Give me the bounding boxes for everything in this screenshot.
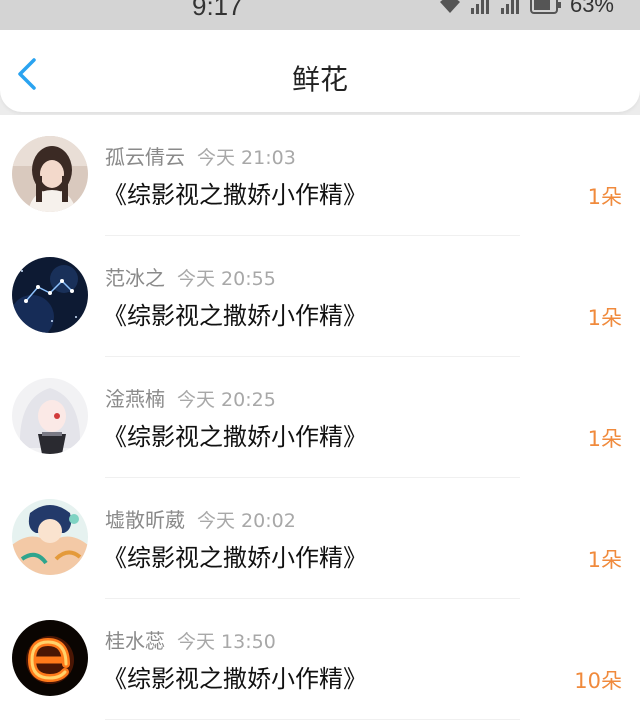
- item-username: 范冰之: [105, 266, 165, 290]
- fire-letter-avatar: [12, 620, 88, 696]
- item-book-title[interactable]: 《综影视之撒娇小作精》: [103, 659, 367, 694]
- item-meta: 孤云倩云 今天 21:03: [105, 141, 296, 170]
- item-meta: 墟散昕葳 今天 20:02: [105, 504, 296, 533]
- item-flower-count: 1朵: [587, 185, 622, 209]
- list-item[interactable]: 淦燕楠 今天 20:25 《综影视之撒娇小作精》 1朵: [0, 357, 640, 478]
- item-username: 桂水蕊: [105, 629, 165, 653]
- item-time: 今天 21:03: [197, 147, 296, 169]
- list-item[interactable]: 墟散昕葳 今天 20:02 《综影视之撒娇小作精》 1朵: [0, 478, 640, 599]
- status-time: 9:17: [192, 0, 243, 21]
- battery-percent: 63%: [569, 0, 614, 17]
- item-meta: 范冰之 今天 20:55: [105, 262, 276, 291]
- divider: [105, 719, 520, 720]
- item-flower-count: 1朵: [587, 427, 622, 451]
- item-book-title[interactable]: 《综影视之撒娇小作精》: [103, 296, 367, 331]
- portrait-girl-avatar: [12, 136, 88, 212]
- battery-icon: [529, 0, 562, 15]
- avatar[interactable]: [12, 378, 88, 454]
- item-time: 今天 20:02: [197, 510, 296, 532]
- anime-white-hair-avatar: [12, 378, 88, 454]
- wifi-icon: [438, 0, 462, 15]
- nav-bar: 鲜花: [0, 30, 640, 112]
- avatar[interactable]: [12, 257, 88, 333]
- list-item[interactable]: 桂水蕊 今天 13:50 《综影视之撒娇小作精》 10朵: [0, 599, 640, 720]
- item-time: 今天 13:50: [177, 631, 276, 653]
- avatar[interactable]: [12, 499, 88, 575]
- item-time: 今天 20:25: [177, 389, 276, 411]
- item-meta: 淦燕楠 今天 20:25: [105, 383, 276, 412]
- item-flower-count: 1朵: [587, 306, 622, 330]
- item-book-title[interactable]: 《综影视之撒娇小作精》: [103, 538, 367, 573]
- item-username: 淦燕楠: [105, 387, 165, 411]
- avatar[interactable]: [12, 136, 88, 212]
- item-time: 今天 20:55: [177, 268, 276, 290]
- anime-character-avatar: [12, 499, 88, 575]
- list-item[interactable]: 范冰之 今天 20:55 《综影视之撒娇小作精》 1朵: [0, 236, 640, 357]
- signal-icon: [500, 0, 522, 15]
- item-username: 孤云倩云: [105, 145, 185, 169]
- signal-icon: [470, 0, 492, 15]
- item-username: 墟散昕葳: [105, 508, 185, 532]
- item-book-title[interactable]: 《综影视之撒娇小作精》: [103, 175, 367, 210]
- item-flower-count: 10朵: [574, 669, 622, 693]
- item-meta: 桂水蕊 今天 13:50: [105, 625, 276, 654]
- flower-list: 孤云倩云 今天 21:03 《综影视之撒娇小作精》 1朵 范冰之 今天 20:5…: [0, 115, 640, 722]
- status-icons: 63%: [438, 0, 614, 18]
- page-title: 鲜花: [291, 63, 348, 96]
- status-bar: 9:17 63%: [0, 0, 640, 30]
- item-book-title[interactable]: 《综影视之撒娇小作精》: [103, 417, 367, 452]
- constellation-avatar: [12, 257, 88, 333]
- list-item[interactable]: 孤云倩云 今天 21:03 《综影视之撒娇小作精》 1朵: [0, 115, 640, 236]
- avatar[interactable]: [12, 620, 88, 696]
- item-flower-count: 1朵: [587, 548, 622, 572]
